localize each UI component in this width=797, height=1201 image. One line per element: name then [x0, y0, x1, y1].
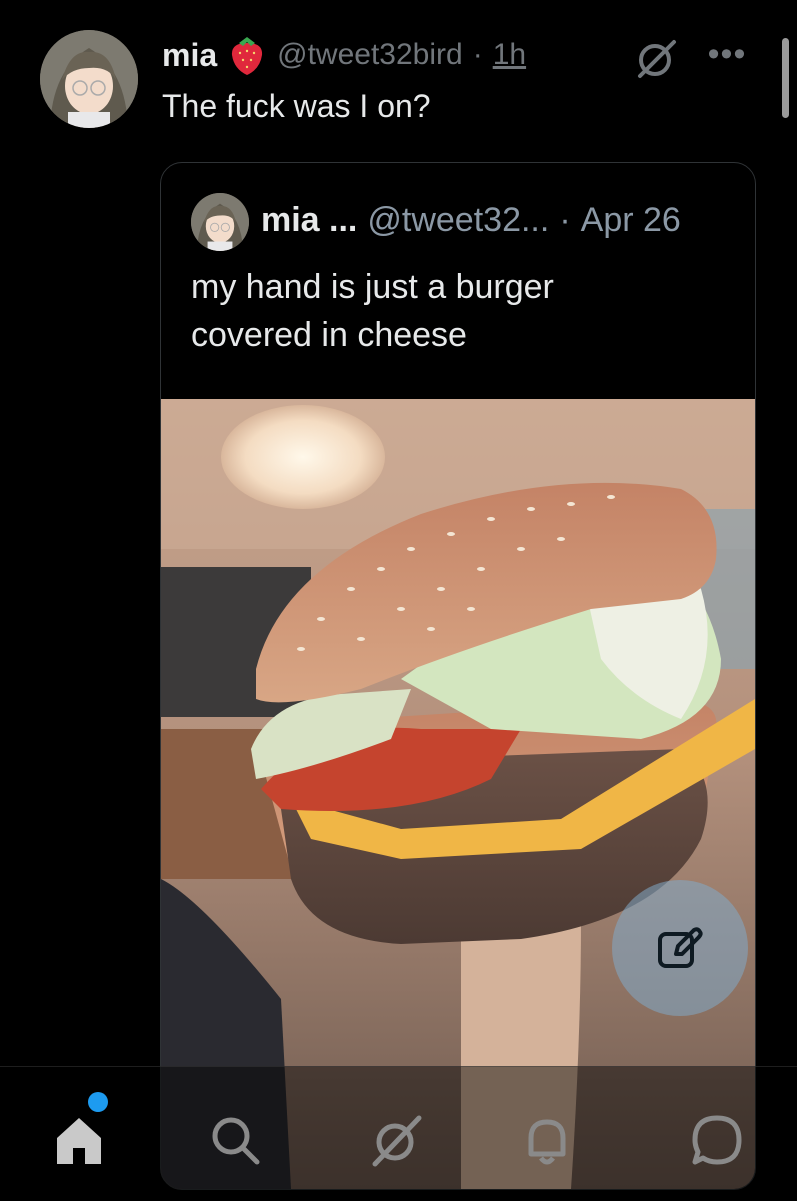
grok-icon — [372, 1115, 422, 1167]
nav-notifications[interactable] — [512, 1105, 582, 1175]
quoted-text: my hand is just a burger covered in chee… — [191, 268, 554, 354]
quoted-date[interactable]: Apr 26 — [581, 201, 681, 240]
separator-dot: · — [559, 201, 571, 239]
bottom-nav — [0, 1066, 797, 1201]
tweet: mia @tweet32bird · 1h ••• The fuck was I… — [0, 0, 797, 1201]
tweet-text: The fuck was I on? — [162, 88, 431, 124]
nav-search[interactable] — [200, 1105, 270, 1175]
more-options-icon[interactable]: ••• — [702, 32, 752, 76]
tweet-header: mia @tweet32bird · 1h — [162, 30, 526, 80]
strawberry-icon — [227, 33, 267, 77]
compose-button[interactable] — [612, 880, 748, 1016]
scrollbar[interactable] — [782, 38, 789, 118]
nav-messages[interactable] — [682, 1105, 752, 1175]
quoted-tweet[interactable]: mia ... @tweet32... · Apr 26 my hand is … — [160, 162, 756, 1190]
quoted-avatar[interactable] — [191, 193, 249, 251]
author-name[interactable]: mia — [162, 37, 217, 74]
notifications-icon — [528, 1119, 566, 1165]
separator-dot: · — [472, 38, 483, 71]
home-icon — [57, 1118, 101, 1164]
tweet-time[interactable]: 1h — [493, 38, 526, 72]
quoted-author-name[interactable]: mia ... — [261, 201, 357, 240]
author-handle[interactable]: @tweet32bird — [277, 38, 463, 72]
avatar[interactable] — [40, 30, 138, 128]
search-icon — [212, 1117, 260, 1165]
quoted-header: mia ... @tweet32... · Apr 26 — [261, 201, 681, 240]
quoted-author-handle[interactable]: @tweet32... — [367, 201, 549, 240]
home-notification-badge — [88, 1092, 108, 1112]
grok-icon[interactable] — [632, 36, 682, 80]
nav-home[interactable] — [44, 1105, 114, 1175]
nav-grok[interactable] — [362, 1105, 432, 1175]
messages-icon — [692, 1115, 742, 1165]
compose-icon — [658, 927, 703, 968]
